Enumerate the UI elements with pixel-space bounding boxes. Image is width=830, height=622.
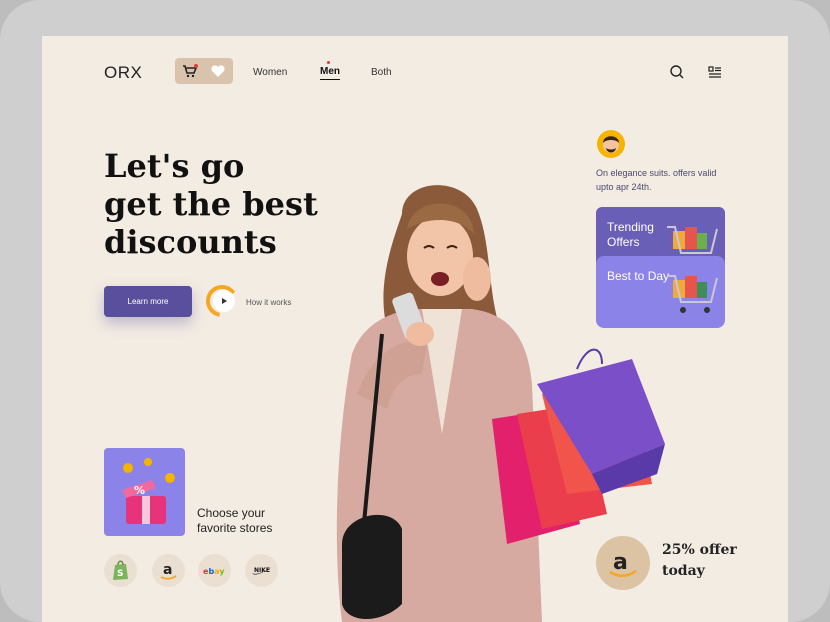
nav-link-both[interactable]: Both <box>371 67 392 78</box>
amazon-logo-icon: a <box>609 550 637 577</box>
ebay-icon: ebay <box>203 567 225 576</box>
svg-text:a: a <box>613 550 628 575</box>
nav-link-women[interactable]: Women <box>253 67 287 78</box>
svg-text:%: % <box>134 484 145 497</box>
brand-logo[interactable]: ORX <box>104 63 142 83</box>
how-it-works-link[interactable]: How it works <box>246 298 291 307</box>
gift-promo-card[interactable]: % <box>104 448 185 536</box>
amazon-offer-text: 25% offer today <box>662 542 737 579</box>
device-frame: ORX Women Men Both Let's go get the best… <box>0 0 830 622</box>
nike-icon: NIKE <box>252 567 272 575</box>
svg-text:a: a <box>163 562 172 578</box>
menu-icon[interactable] <box>707 64 723 80</box>
shopify-icon: S <box>113 560 128 580</box>
svg-text:NIKE: NIKE <box>254 567 270 574</box>
shopping-cart-icon <box>667 275 718 313</box>
active-indicator-dot <box>327 61 330 64</box>
best-to-day-card[interactable]: Best to Day <box>596 256 725 328</box>
headline-line-1: Let's go <box>104 147 245 185</box>
nav-link-men[interactable]: Men <box>320 66 340 80</box>
amazon-icon: a <box>160 562 177 580</box>
svg-text:ebay: ebay <box>203 567 225 576</box>
heart-icon[interactable] <box>210 64 226 78</box>
store-amazon[interactable]: a <box>152 554 185 587</box>
avatar[interactable] <box>597 130 625 158</box>
headline-line-2: get the best <box>104 185 318 223</box>
promo-text: On elegance suits. offers valid upto apr… <box>596 168 717 192</box>
cart-notification-dot <box>194 64 198 68</box>
search-icon[interactable] <box>669 64 685 80</box>
gift-box-icon: % <box>122 458 175 524</box>
amazon-offer-badge[interactable]: a <box>596 536 650 590</box>
learn-more-button[interactable]: Learn more <box>104 286 192 317</box>
headline-line-3: discounts <box>104 223 277 261</box>
play-icon[interactable] <box>205 284 239 318</box>
store-ebay[interactable]: ebay <box>198 554 231 587</box>
user-avatar-icon <box>603 136 619 153</box>
svg-text:S: S <box>117 569 123 579</box>
store-nike[interactable]: NIKE <box>245 554 278 587</box>
app-screen: ORX Women Men Both Let's go get the best… <box>42 36 788 622</box>
nav-action-pill <box>175 58 233 84</box>
store-shopify[interactable]: S <box>104 554 137 587</box>
choose-stores-heading: Choose your favorite stores <box>197 506 273 535</box>
